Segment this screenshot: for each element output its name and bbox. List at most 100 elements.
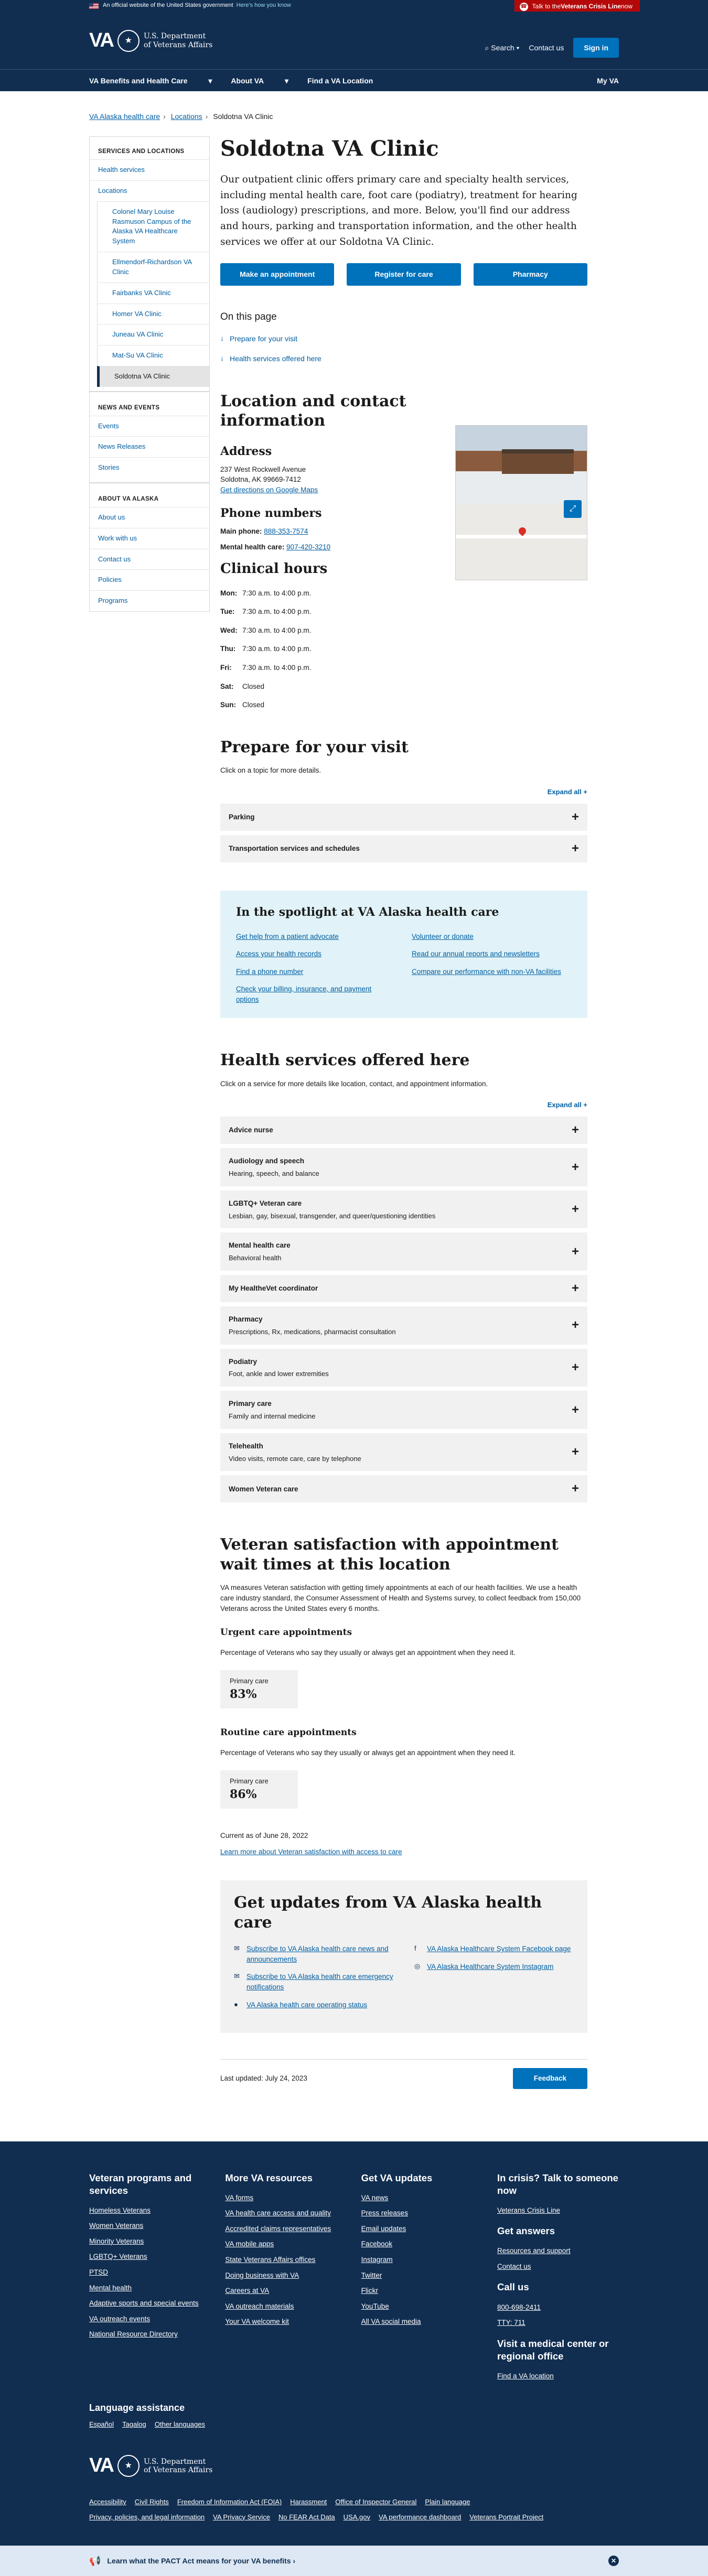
- expand-all-button[interactable]: Expand all +: [220, 787, 587, 797]
- jump-link[interactable]: Prepare for your visit: [220, 333, 587, 344]
- footer-link[interactable]: Homeless Veterans: [89, 2205, 211, 2216]
- sidenav-subitem[interactable]: Mat-Su VA Clinic: [97, 345, 209, 366]
- sidenav-item[interactable]: Policies: [90, 569, 209, 590]
- breadcrumb-item[interactable]: Locations: [171, 112, 202, 121]
- directions-link[interactable]: Get directions on Google Maps: [220, 486, 318, 494]
- accordion-item[interactable]: Pharmacy Prescriptions, Rx, medications, …: [220, 1306, 587, 1345]
- search-button[interactable]: ⌕ Search ▾: [485, 42, 520, 53]
- spotlight-link[interactable]: Volunteer or donate: [412, 932, 572, 942]
- spotlight-link[interactable]: Get help from a patient advocate: [236, 932, 396, 942]
- accordion-item[interactable]: LGBTQ+ Veteran care Lesbian, gay, bisexua…: [220, 1190, 587, 1229]
- accordion-item[interactable]: Parking +: [220, 803, 587, 831]
- breadcrumb-item[interactable]: VA Alaska health care: [89, 112, 160, 121]
- footer-link[interactable]: VA news: [361, 2193, 483, 2203]
- nav-find-location[interactable]: Find a VA Location: [307, 75, 373, 86]
- footer-legal-link[interactable]: Harassment: [290, 2498, 327, 2506]
- accordion-item[interactable]: Primary care Family and internal medicine…: [220, 1391, 587, 1429]
- pharmacy-button[interactable]: Pharmacy: [473, 263, 587, 286]
- footer-link[interactable]: Mental health: [89, 2283, 211, 2293]
- footer-link[interactable]: Contact us: [497, 2261, 619, 2272]
- footer-legal-link[interactable]: Veterans Portrait Project: [469, 2513, 543, 2521]
- footer-link[interactable]: All VA social media: [361, 2317, 483, 2327]
- sidenav-subitem[interactable]: Homer VA Clinic: [97, 303, 209, 324]
- footer-link[interactable]: Women Veterans: [89, 2221, 211, 2231]
- footer-link[interactable]: Your VA welcome kit: [225, 2317, 347, 2327]
- footer-va-logo[interactable]: VA ★ U.S. Department of Veterans Affairs: [89, 2451, 619, 2480]
- sidenav-item[interactable]: News Releases: [90, 436, 209, 457]
- feedback-button[interactable]: Feedback: [512, 2068, 587, 2089]
- footer-legal-link[interactable]: Civil Rights: [135, 2498, 169, 2506]
- nav-about-va[interactable]: About VA ▾: [231, 75, 288, 86]
- close-icon[interactable]: ✕: [608, 2556, 619, 2567]
- nav-my-va[interactable]: My VA: [597, 75, 619, 86]
- sign-in-button[interactable]: Sign in: [573, 38, 619, 58]
- nav-benefits[interactable]: VA Benefits and Health Care ▾: [89, 75, 212, 86]
- footer-legal-link[interactable]: Office of Inspector General: [335, 2498, 416, 2506]
- footer-link[interactable]: VA outreach events: [89, 2314, 211, 2324]
- footer-link[interactable]: Doing business with VA: [225, 2270, 347, 2281]
- facebook-link[interactable]: VA Alaska Healthcare System Facebook pag…: [427, 1944, 571, 1954]
- sidenav-item[interactable]: Stories: [90, 457, 209, 478]
- accordion-item[interactable]: Telehealth Video visits, remote care, car…: [220, 1433, 587, 1471]
- accordion-item[interactable]: Women Veteran care +: [220, 1475, 587, 1503]
- footer-link[interactable]: Instagram: [361, 2255, 483, 2265]
- accordion-item[interactable]: My HealtheVet coordinator +: [220, 1275, 587, 1303]
- footer-link[interactable]: VA forms: [225, 2193, 347, 2203]
- footer-link[interactable]: PTSD: [89, 2267, 211, 2278]
- accordion-item[interactable]: Audiology and speech Hearing, speech, and…: [220, 1148, 587, 1186]
- footer-legal-link[interactable]: Privacy, policies, and legal information: [89, 2513, 205, 2521]
- lang-link[interactable]: Tagalog: [122, 2420, 146, 2428]
- accordion-item[interactable]: Podiatry Foot, ankle and lower extremitie…: [220, 1348, 587, 1387]
- sidenav-item[interactable]: Health services: [90, 159, 209, 180]
- footer-link[interactable]: Flickr: [361, 2286, 483, 2296]
- spotlight-link[interactable]: Find a phone number: [236, 967, 396, 977]
- footer-link[interactable]: YouTube: [361, 2301, 483, 2312]
- sidenav-item[interactable]: About us: [90, 506, 209, 528]
- footer-link[interactable]: National Resource Directory: [89, 2329, 211, 2340]
- footer-link[interactable]: VA mobile apps: [225, 2239, 347, 2249]
- facility-map[interactable]: ⤢: [455, 425, 587, 580]
- subscribe-emergency-link[interactable]: Subscribe to VA Alaska health care emerg…: [246, 1972, 393, 1992]
- instagram-link[interactable]: VA Alaska Healthcare System Instagram: [427, 1962, 553, 1972]
- footer-link[interactable]: State Veterans Affairs offices: [225, 2255, 347, 2265]
- contact-us-link[interactable]: Contact us: [529, 42, 564, 53]
- spotlight-link[interactable]: Check your billing, insurance, and payme…: [236, 984, 396, 1004]
- footer-link[interactable]: VA outreach materials: [225, 2301, 347, 2312]
- footer-link[interactable]: Adaptive sports and special events: [89, 2298, 211, 2309]
- footer-link[interactable]: Email updates: [361, 2224, 483, 2234]
- accordion-item[interactable]: Advice nurse +: [220, 1117, 587, 1144]
- footer-link[interactable]: Twitter: [361, 2270, 483, 2281]
- lang-link[interactable]: Other languages: [155, 2420, 205, 2428]
- find-location-link[interactable]: Find a VA location: [497, 2371, 619, 2382]
- footer-link[interactable]: Accredited claims representatives: [225, 2224, 347, 2234]
- operating-status-link[interactable]: VA Alaska health care operating status: [246, 2000, 367, 2010]
- footer-link[interactable]: Careers at VA: [225, 2286, 347, 2296]
- footer-link[interactable]: LGBTQ+ Veterans: [89, 2252, 211, 2262]
- footer-link[interactable]: VA health care access and quality: [225, 2208, 347, 2218]
- expand-all-button[interactable]: Expand all +: [220, 1100, 587, 1110]
- tty-link[interactable]: TTY: 711: [497, 2318, 619, 2328]
- footer-link[interactable]: Facebook: [361, 2239, 483, 2249]
- register-for-care-button[interactable]: Register for care: [347, 263, 461, 286]
- know-toggle[interactable]: Here's how you know: [237, 2, 291, 10]
- accordion-item[interactable]: Transportation services and schedules +: [220, 835, 587, 862]
- sidenav-subitem[interactable]: Fairbanks VA Clinic: [97, 282, 209, 304]
- footer-legal-link[interactable]: VA performance dashboard: [379, 2513, 461, 2521]
- learn-more-link[interactable]: Learn more about Veteran satisfaction wi…: [220, 1848, 402, 1856]
- jump-link[interactable]: Health services offered here: [220, 353, 587, 364]
- sidenav-item[interactable]: Work with us: [90, 527, 209, 549]
- footer-legal-link[interactable]: Plain language: [425, 2498, 470, 2506]
- footer-legal-link[interactable]: No FEAR Act Data: [278, 2513, 335, 2521]
- spotlight-link[interactable]: Access your health records: [236, 949, 396, 959]
- subscribe-news-link[interactable]: Subscribe to VA Alaska health care news …: [246, 1944, 393, 1964]
- spotlight-link[interactable]: Compare our performance with non-VA faci…: [412, 967, 572, 977]
- footer-legal-link[interactable]: USA.gov: [344, 2513, 370, 2521]
- sidenav-item[interactable]: Contact us: [90, 548, 209, 570]
- sidenav-subitem[interactable]: Colonel Mary Louise Rasmuson Campus of t…: [97, 201, 209, 252]
- lang-link[interactable]: Español: [89, 2420, 114, 2428]
- phone-link[interactable]: 800-698-2411: [497, 2302, 619, 2313]
- mental-health-phone-link[interactable]: 907-420-3210: [286, 543, 330, 551]
- footer-link[interactable]: Press releases: [361, 2208, 483, 2218]
- footer-link[interactable]: Resources and support: [497, 2246, 619, 2256]
- sidenav-subitem[interactable]: Juneau VA Clinic: [97, 324, 209, 345]
